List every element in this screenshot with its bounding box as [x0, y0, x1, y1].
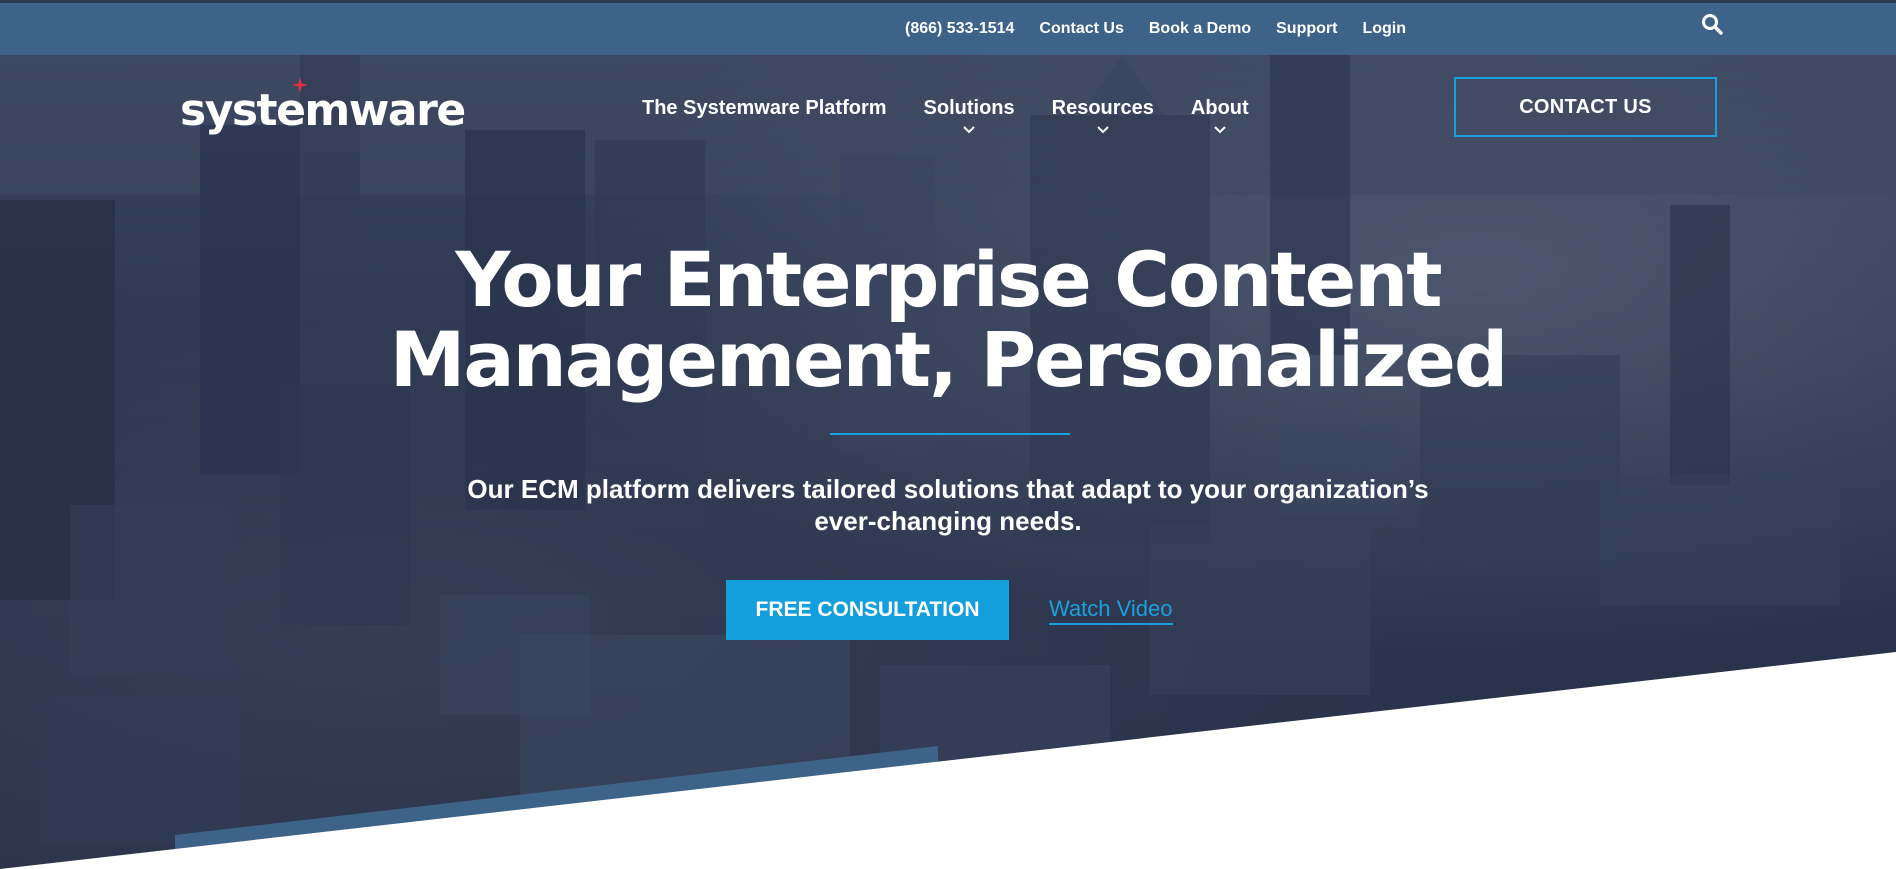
- search-icon[interactable]: [1700, 12, 1724, 36]
- support-link[interactable]: Support: [1276, 20, 1337, 38]
- nav-item-label: Solutions: [923, 97, 1015, 119]
- hero-subtitle: Our ECM platform delivers tailored solut…: [448, 473, 1448, 537]
- logo-wordmark: systemware: [180, 85, 466, 136]
- login-link[interactable]: Login: [1362, 20, 1406, 38]
- nav-item-resources[interactable]: Resources: [1052, 97, 1154, 134]
- book-demo-link[interactable]: Book a Demo: [1149, 20, 1251, 38]
- hero-subtitle-line-1: Our ECM platform delivers tailored solut…: [467, 474, 1429, 504]
- contact-us-link[interactable]: Contact Us: [1039, 20, 1123, 38]
- main-nav: The Systemware Platform Solutions Resour…: [642, 97, 1286, 134]
- nav-item-platform[interactable]: The Systemware Platform: [642, 97, 887, 134]
- nav-item-label: The Systemware Platform: [642, 97, 887, 119]
- hero-subtitle-line-2: ever-changing needs.: [814, 506, 1082, 536]
- chevron-down-icon: [1214, 126, 1226, 134]
- watch-video-link[interactable]: Watch Video: [1049, 596, 1173, 625]
- star-icon: [292, 77, 308, 93]
- utility-bar: (866) 533-1514 Contact Us Book a Demo Su…: [0, 0, 1896, 55]
- city-skyline-background: [0, 55, 1896, 845]
- chevron-down-icon: [963, 126, 975, 134]
- nav-item-solutions[interactable]: Solutions: [924, 97, 1015, 134]
- free-consultation-button[interactable]: FREE CONSULTATION: [726, 580, 1009, 640]
- phone-link[interactable]: (866) 533-1514: [905, 20, 1014, 38]
- utility-links: (866) 533-1514 Contact Us Book a Demo Su…: [880, 3, 1406, 55]
- systemware-logo[interactable]: systemware: [180, 77, 466, 137]
- nav-item-about[interactable]: About: [1191, 97, 1249, 134]
- chevron-down-icon: [1097, 126, 1109, 134]
- hero-section: systemware The Systemware Platform Solut…: [0, 55, 1896, 869]
- contact-us-button[interactable]: CONTACT US: [1454, 77, 1717, 137]
- hero-title: Your Enterprise Content Management, Pers…: [348, 240, 1548, 400]
- nav-item-label: Resources: [1051, 97, 1154, 119]
- hero-title-line-1: Your Enterprise Content: [455, 235, 1442, 324]
- nav-item-label: About: [1190, 97, 1249, 119]
- hero-title-line-2: Management, Personalized: [389, 315, 1509, 404]
- hero-divider: [830, 433, 1070, 435]
